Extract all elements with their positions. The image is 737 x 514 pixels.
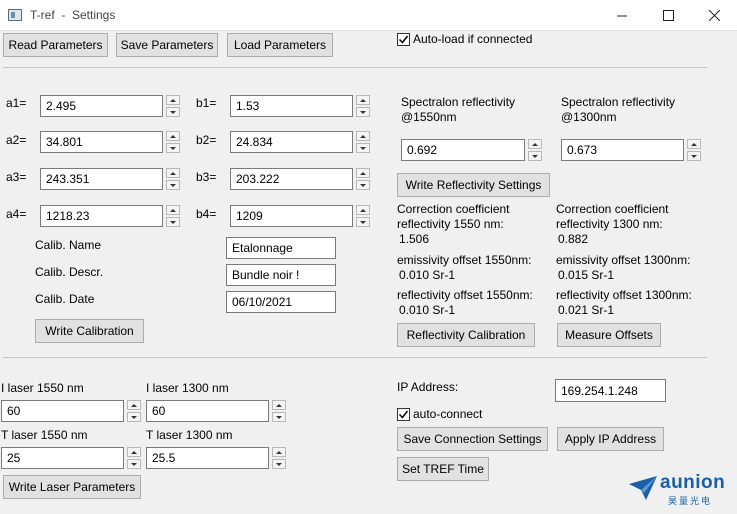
minimize-button[interactable]: [599, 0, 645, 31]
t-laser-1550-stepper[interactable]: [127, 447, 141, 469]
t-laser-1300-label: T laser 1300 nm: [146, 428, 233, 442]
t-laser-1550-label: T laser 1550 nm: [1, 428, 88, 442]
separator-bottom: [3, 357, 707, 358]
autoconnect-checkbox[interactable]: [397, 408, 410, 421]
cc-1550-label: Correction coefficient reflectivity 1550…: [397, 202, 510, 231]
b3-label: b3=: [196, 170, 217, 184]
measure-offsets-button[interactable]: Measure Offsets: [557, 323, 661, 347]
i-laser-1550-stepper[interactable]: [127, 400, 141, 422]
spectralon-1550-label: Spectralon reflectivity @1550nm: [401, 95, 516, 124]
checkmark-icon: [398, 410, 409, 419]
aunion-logo: aunion 昊量光电: [628, 472, 733, 508]
t-laser-1300-input[interactable]: 25.5: [146, 447, 269, 469]
autoconnect-label: auto-connect: [413, 407, 483, 421]
b1-label: b1=: [196, 96, 217, 110]
eo-1300-label: emissivity offset 1300nm:: [556, 253, 691, 267]
t-laser-1300-stepper[interactable]: [272, 447, 286, 469]
ro-1550-label: reflectivity offset 1550nm:: [397, 288, 533, 302]
spectralon-1550-input[interactable]: 0.692: [401, 139, 525, 161]
window-title: T-ref - Settings: [30, 8, 116, 22]
apply-ip-button[interactable]: Apply IP Address: [557, 427, 664, 451]
eo-1550-value: 0.010 Sr-1: [399, 268, 456, 282]
cc-1300-value: 0.882: [558, 232, 589, 246]
close-button[interactable]: [691, 0, 737, 31]
ro-1550-value: 0.010 Sr-1: [399, 303, 456, 317]
eo-1300-value: 0.015 Sr-1: [558, 268, 615, 282]
b1-stepper[interactable]: [356, 95, 370, 117]
eo-1550-label: emissivity offset 1550nm:: [397, 253, 532, 267]
calib-name-input[interactable]: Etalonnage: [226, 237, 336, 259]
calib-descr-input[interactable]: Bundle noir !: [226, 264, 336, 286]
i-laser-1300-stepper[interactable]: [272, 400, 286, 422]
b3-stepper[interactable]: [356, 168, 370, 190]
logo-subtitle: 昊量光电: [668, 496, 713, 506]
cc-1300-label: Correction coefficient reflectivity 1300…: [556, 202, 669, 231]
b2-input[interactable]: 24.834: [230, 131, 353, 153]
b4-label: b4=: [196, 207, 217, 221]
ip-address-input[interactable]: 169.254.1.248: [555, 379, 666, 402]
a2-label: a2=: [6, 133, 27, 147]
b3-input[interactable]: 203.222: [230, 168, 353, 190]
a4-stepper[interactable]: [166, 205, 180, 227]
a1-stepper[interactable]: [166, 95, 180, 117]
maximize-icon: [662, 10, 674, 21]
a3-input[interactable]: 243.351: [40, 168, 163, 190]
checkmark-icon: [398, 35, 409, 44]
b2-stepper[interactable]: [356, 131, 370, 153]
paper-plane-icon: [629, 476, 657, 500]
write-reflectivity-button[interactable]: Write Reflectivity Settings: [397, 173, 550, 197]
load-parameters-button[interactable]: Load Parameters: [227, 33, 333, 57]
calib-name-label: Calib. Name: [35, 238, 102, 252]
i-laser-1300-input[interactable]: 60: [146, 400, 269, 422]
t-laser-1550-input[interactable]: 25: [1, 447, 124, 469]
a4-input[interactable]: 1218.23: [40, 205, 163, 227]
spectralon-1550-stepper[interactable]: [528, 139, 542, 161]
logo-brand: aunion: [660, 472, 726, 493]
save-connection-button[interactable]: Save Connection Settings: [397, 427, 548, 451]
autoload-label: Auto-load if connected: [413, 32, 533, 46]
read-parameters-button[interactable]: Read Parameters: [3, 33, 108, 57]
title-bar: T-ref - Settings: [0, 0, 737, 31]
b4-input[interactable]: 1209: [230, 205, 353, 227]
b2-label: b2=: [196, 133, 217, 147]
calib-date-input[interactable]: 06/10/2021: [226, 291, 336, 313]
ip-address-label: IP Address:: [397, 380, 459, 394]
a4-label: a4=: [6, 207, 27, 221]
spectralon-1300-label: Spectralon reflectivity @1300nm: [561, 95, 676, 124]
i-laser-1300-label: I laser 1300 nm: [146, 381, 229, 395]
b1-input[interactable]: 1.53: [230, 95, 353, 117]
ro-1300-value: 0.021 Sr-1: [558, 303, 615, 317]
write-laser-parameters-button[interactable]: Write Laser Parameters: [3, 475, 141, 499]
maximize-button[interactable]: [645, 0, 691, 31]
app-icon: [8, 9, 22, 21]
a2-input[interactable]: 34.801: [40, 131, 163, 153]
i-laser-1550-label: I laser 1550 nm: [1, 381, 84, 395]
write-calibration-button[interactable]: Write Calibration: [35, 319, 144, 343]
b4-stepper[interactable]: [356, 205, 370, 227]
a3-label: a3=: [6, 170, 27, 184]
cc-1550-value: 1.506: [399, 232, 430, 246]
autoload-checkbox[interactable]: [397, 33, 410, 46]
a2-stepper[interactable]: [166, 131, 180, 153]
calib-descr-label: Calib. Descr.: [35, 265, 104, 279]
close-icon: [708, 10, 720, 21]
spectralon-1300-input[interactable]: 0.673: [561, 139, 684, 161]
minimize-icon: [616, 15, 627, 17]
i-laser-1550-input[interactable]: 60: [1, 400, 124, 422]
set-tref-time-button[interactable]: Set TREF Time: [397, 457, 489, 481]
a3-stepper[interactable]: [166, 168, 180, 190]
a1-input[interactable]: 2.495: [40, 95, 163, 117]
separator-top: [3, 67, 707, 68]
a1-label: a1=: [6, 96, 27, 110]
spectralon-1300-stepper[interactable]: [687, 139, 701, 161]
calib-date-label: Calib. Date: [35, 292, 95, 306]
reflectivity-calibration-button[interactable]: Reflectivity Calibration: [397, 323, 535, 347]
ro-1300-label: reflectivity offset 1300nm:: [556, 288, 692, 302]
save-parameters-button[interactable]: Save Parameters: [116, 33, 218, 57]
